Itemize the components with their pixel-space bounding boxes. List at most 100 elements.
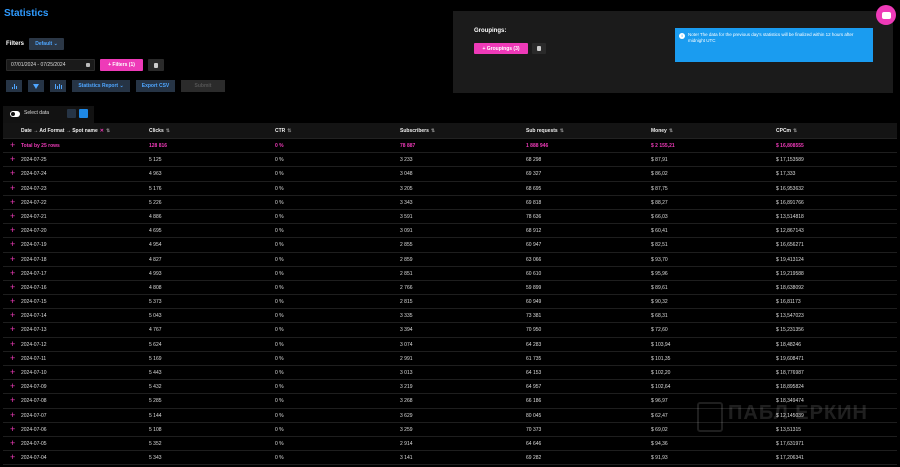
- table-row[interactable]: +2024-07-15 5 373 0 % 2 815 60 949 $ 90,32 $ 1…: [3, 295, 897, 310]
- table-cell: 2024-07-21: [21, 213, 47, 220]
- table-row[interactable]: +2024-07-23 5 176 0 % 3 205 68 695 $ 87,75 $ 1…: [3, 182, 897, 196]
- expand-row-icon[interactable]: +: [10, 282, 15, 292]
- sort-icon[interactable]: ⇅: [793, 128, 797, 134]
- table-row[interactable]: +2024-07-22 5 226 0 % 3 343 69 818 $ 88,27 $ 1…: [3, 196, 897, 210]
- expand-row-icon[interactable]: +: [10, 211, 15, 221]
- chart-view-button[interactable]: [6, 80, 22, 92]
- watermark-logo: [697, 402, 723, 432]
- add-filters-button[interactable]: + Filters (1): [100, 59, 143, 71]
- expand-row-icon[interactable]: +: [10, 368, 15, 377]
- table-row[interactable]: +2024-07-18 4 827 0 % 2 859 63 066 $ 93,70 $ 1…: [3, 253, 897, 267]
- table-row[interactable]: +2024-07-20 4 695 0 % 3 091 68 912 $ 60,41 $ 1…: [3, 224, 897, 239]
- column-header-4[interactable]: Sub requests ⇅: [526, 128, 564, 134]
- download-button[interactable]: [79, 109, 88, 118]
- table-row[interactable]: +2024-07-04 5 343 0 % 3 141 69 282 $ 91,93 $ 1…: [3, 451, 897, 466]
- expand-row-icon[interactable]: +: [10, 226, 15, 235]
- remove-grouping-icon[interactable]: ✕: [100, 128, 104, 134]
- expand-row-icon[interactable]: +: [10, 297, 15, 306]
- column-header-1[interactable]: Clicks ⇅: [149, 128, 170, 134]
- select-data-toggle[interactable]: [10, 111, 20, 117]
- table-cell: $ 89,61: [651, 284, 668, 291]
- expand-row-icon[interactable]: +: [10, 254, 15, 264]
- table-row[interactable]: +2024-07-12 5 624 0 % 3 074 64 283 $ 103,94 $ …: [3, 338, 897, 352]
- expand-row-icon[interactable]: +: [10, 424, 15, 434]
- expand-row-icon[interactable]: +: [10, 240, 15, 249]
- sort-options-button[interactable]: [67, 109, 76, 118]
- clear-filters-button[interactable]: [148, 59, 164, 71]
- add-groupings-button[interactable]: + Groupings (3): [474, 43, 528, 54]
- table-row[interactable]: +2024-07-16 4 808 0 % 2 766 59 899 $ 89,61 $ 1…: [3, 281, 897, 296]
- table-cell: 80 045: [526, 412, 542, 419]
- export-csv-button[interactable]: Export CSV: [136, 80, 175, 92]
- default-preset-dropdown[interactable]: Default ⌄: [29, 38, 64, 50]
- table-cell: $ 19,413124: [776, 256, 804, 263]
- table-row[interactable]: +2024-07-09 5 432 0 % 3 219 64 957 $ 102,64 $ …: [3, 380, 897, 395]
- table-cell: $ 2 155,21: [651, 143, 675, 149]
- table-cell: 0 %: [275, 299, 284, 306]
- table-cell: $ 87,91: [651, 157, 668, 164]
- expand-row-icon[interactable]: +: [10, 268, 15, 278]
- table-cell: 0 %: [275, 270, 284, 277]
- table-cell: 4 963: [149, 171, 162, 178]
- expand-row-icon[interactable]: +: [10, 353, 15, 363]
- expand-row-icon[interactable]: +: [10, 325, 15, 334]
- table-cell: 5 432: [149, 384, 162, 391]
- table-cell: $ 101,35: [651, 355, 671, 362]
- table-cell: $ 16,891766: [776, 199, 804, 206]
- table-cell: $ 103,94: [651, 341, 671, 348]
- expand-row-icon[interactable]: +: [10, 339, 15, 349]
- table-row[interactable]: +2024-07-19 4 954 0 % 2 855 60 947 $ 82,51 $ 1…: [3, 238, 897, 253]
- expand-row-icon[interactable]: +: [10, 155, 15, 164]
- sort-icon[interactable]: ⇅: [431, 128, 435, 134]
- expand-row-icon[interactable]: +: [10, 382, 15, 391]
- table-row[interactable]: +2024-07-21 4 886 0 % 3 591 78 636 $ 66,03 $ 1…: [3, 210, 897, 225]
- table-cell: 70 373: [526, 426, 542, 433]
- sort-icon[interactable]: ⇅: [166, 128, 170, 134]
- expand-row-icon[interactable]: +: [10, 183, 15, 193]
- table-cell: $ 72,60: [651, 327, 668, 334]
- expand-row-icon[interactable]: +: [10, 169, 15, 178]
- expand-row-icon[interactable]: +: [10, 311, 15, 320]
- table-row[interactable]: +2024-07-25 5 125 0 % 3 233 68 298 $ 87,91 $ 1…: [3, 153, 897, 168]
- table-cell: 5 144: [149, 412, 162, 419]
- column-header-2[interactable]: CTR ⇅: [275, 128, 291, 134]
- column-header-5[interactable]: Money ⇅: [651, 128, 673, 134]
- sort-icon[interactable]: ⇅: [106, 128, 110, 134]
- trash-icon: [537, 46, 541, 51]
- table-row[interactable]: +2024-07-17 4 993 0 % 2 851 60 610 $ 95,96 $ 1…: [3, 267, 897, 281]
- submit-button[interactable]: Submit: [181, 80, 225, 92]
- table-row[interactable]: +2024-07-10 5 443 0 % 3 013 64 153 $ 102,20 $ …: [3, 366, 897, 381]
- table-row[interactable]: +2024-07-05 5 352 0 % 2 914 64 646 $ 94,36 $ 1…: [3, 437, 897, 452]
- total-row[interactable]: + Total by 25 rows 128 816 0 % 78 887 1 888 9…: [3, 139, 897, 154]
- table-row[interactable]: +2024-07-24 4 963 0 % 3 048 69 327 $ 86,02 $ 1…: [3, 167, 897, 182]
- sort-icon[interactable]: ⇅: [287, 128, 291, 134]
- table-cell: 2 766: [400, 284, 413, 291]
- expand-row-icon[interactable]: +: [10, 438, 15, 448]
- table-row[interactable]: +2024-07-11 5 169 0 % 2 991 61 735 $ 101,35 $ …: [3, 352, 897, 366]
- sort-icon[interactable]: ⇅: [669, 128, 673, 134]
- column-header-6[interactable]: CPCm ⇅: [776, 128, 797, 134]
- sort-icon[interactable]: ⇅: [560, 128, 564, 134]
- expand-row-icon[interactable]: +: [10, 396, 15, 405]
- date-range-input[interactable]: 07/01/2024 - 07/25/2024: [6, 59, 95, 71]
- statistics-report-dropdown[interactable]: Statistics Report ⌄: [72, 80, 130, 92]
- table-cell: 3 013: [400, 370, 413, 376]
- table-cell: $ 86,02: [651, 171, 668, 178]
- columns-view-button[interactable]: [50, 80, 66, 92]
- clear-groupings-button[interactable]: [532, 43, 546, 54]
- table-row[interactable]: +2024-07-13 4 767 0 % 3 394 70 950 $ 72,60 $ 1…: [3, 323, 897, 338]
- expand-row-icon[interactable]: +: [10, 141, 15, 150]
- chat-button[interactable]: [876, 5, 896, 25]
- info-note-text: Note! The data for the previous day's st…: [688, 32, 854, 43]
- expand-row-icon[interactable]: +: [10, 197, 15, 207]
- column-header-3[interactable]: Subscribers ⇅: [400, 128, 435, 134]
- column-header-0[interactable]: Date → Ad Format → Spot name ✕ ⇅: [21, 128, 110, 134]
- table-cell: $ 18,638092: [776, 284, 804, 291]
- table-row[interactable]: +2024-07-14 5 043 0 % 3 335 73 381 $ 68,31 $ 1…: [3, 309, 897, 324]
- expand-row-icon[interactable]: +: [10, 453, 15, 462]
- table-cell: 5 443: [149, 370, 162, 376]
- table-cell: $ 95,96: [651, 270, 668, 277]
- table-cell: 2 815: [400, 299, 413, 306]
- expand-row-icon[interactable]: +: [10, 410, 15, 420]
- filter-toggle-button[interactable]: [28, 80, 44, 92]
